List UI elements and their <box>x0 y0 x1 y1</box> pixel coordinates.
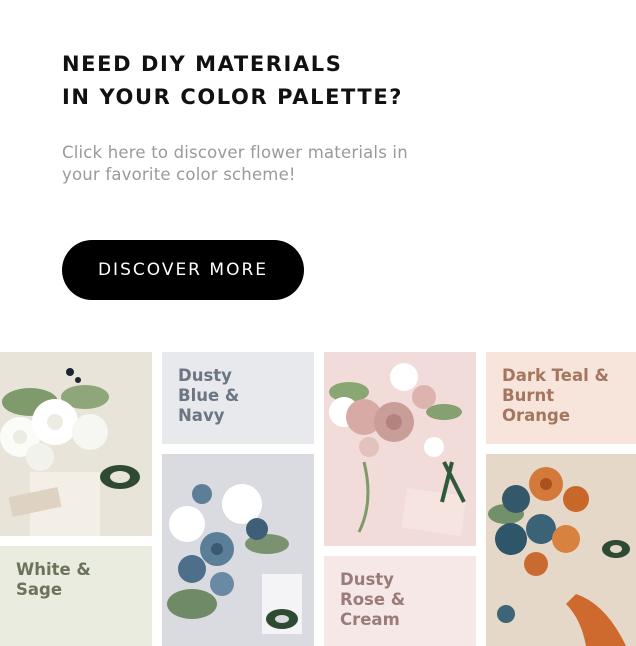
dark-teal-burnt-orange-photo[interactable] <box>486 454 636 646</box>
dusty-blue-navy-swatch[interactable]: Dusty Blue & Navy <box>162 352 314 444</box>
dusty-blue-navy-label: Dusty Blue & Navy <box>178 366 240 425</box>
subtext-line-1: Click here to discover flower materials … <box>62 143 408 162</box>
subtext-line-2: your favorite color scheme! <box>62 165 296 184</box>
white-sage-label: White & Sage <box>16 560 91 599</box>
headline-line-1: NEED DIY MATERIALS <box>62 52 343 76</box>
dusty-blue-bouquet-image <box>162 454 314 646</box>
hero-subtext: Click here to discover flower materials … <box>62 142 492 186</box>
dark-teal-orange-bouquet-image <box>486 454 636 646</box>
headline-line-2: IN YOUR COLOR PALETTE? <box>62 85 404 109</box>
dusty-rose-cream-label: Dusty Rose & Cream <box>340 570 406 629</box>
white-sage-swatch[interactable]: White & Sage <box>0 546 152 646</box>
dark-teal-burnt-orange-label: Dark Teal & Burnt Orange <box>502 366 609 425</box>
white-sage-bouquet-image <box>0 352 152 536</box>
dusty-rose-cream-photo[interactable] <box>324 352 476 546</box>
discover-more-button[interactable]: DISCOVER MORE <box>62 240 304 300</box>
page-headline: NEED DIY MATERIALS IN YOUR COLOR PALETTE… <box>62 48 403 114</box>
white-sage-photo[interactable] <box>0 352 152 536</box>
dusty-rose-cream-swatch[interactable]: Dusty Rose & Cream <box>324 556 476 646</box>
dusty-rose-bouquet-image <box>324 352 476 546</box>
dusty-blue-navy-photo[interactable] <box>162 454 314 646</box>
dark-teal-burnt-orange-swatch[interactable]: Dark Teal & Burnt Orange <box>486 352 636 444</box>
